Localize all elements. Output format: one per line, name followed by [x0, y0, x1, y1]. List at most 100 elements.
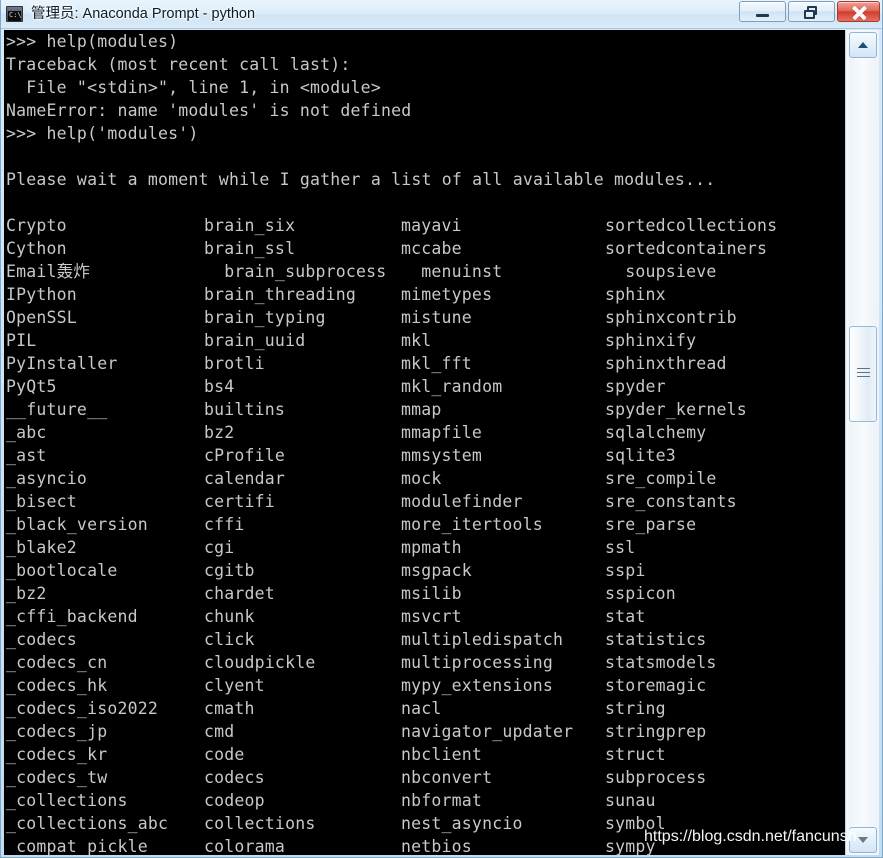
module-name: _cffi_backend: [6, 607, 138, 626]
module-name: sre_compile: [605, 469, 717, 488]
module-name: mistune: [401, 308, 472, 327]
module-name: brain_threading: [204, 285, 357, 304]
module-name: sspicon: [605, 584, 676, 603]
module-name: _compat_pickle: [6, 837, 148, 855]
scrollbar-thumb[interactable]: [849, 326, 877, 422]
module-column: sortedcollections sortedcontainers soupsi…: [605, 214, 777, 855]
module-name: sortedcontainers: [605, 239, 768, 258]
module-name: cmd: [204, 722, 235, 741]
restore-icon-front: [804, 10, 815, 19]
module-name: _codecs: [6, 630, 77, 649]
module-name: menuinst: [401, 262, 503, 281]
module-name: mimetypes: [401, 285, 493, 304]
module-name: sphinx: [605, 285, 666, 304]
module-name: mypy_extensions: [401, 676, 554, 695]
module-name: mmapfile: [401, 423, 483, 442]
module-name: mmsystem: [401, 446, 483, 465]
module-name: spyder_kernels: [605, 400, 747, 419]
module-name: brain_ssl: [204, 239, 296, 258]
console-window: C:\ 管理员: Anaconda Prompt - python >>> he…: [0, 0, 883, 858]
watermark-text: https://blog.csdn.net/fancunsh: [644, 828, 857, 845]
title-bar[interactable]: C:\ 管理员: Anaconda Prompt - python: [1, 0, 882, 29]
module-name: cffi: [204, 515, 245, 534]
module-column: Crypto Cython Email轰炸 IPython OpenSSL PIL PyIn…: [6, 214, 168, 855]
module-name: IPython: [6, 285, 77, 304]
terminal-output-area[interactable]: >>> help(modules) Traceback (most recent …: [4, 30, 845, 855]
module-name: modulefinder: [401, 492, 523, 511]
scrollbar-track-lower[interactable]: [849, 423, 877, 826]
maximize-button[interactable]: [788, 1, 835, 22]
module-name: _abc: [6, 423, 47, 442]
module-name: stat: [605, 607, 646, 626]
module-name: _codecs_kr: [6, 745, 108, 764]
module-name: _codecs_jp: [6, 722, 108, 741]
module-name: PIL: [6, 331, 37, 350]
module-name: Cython: [6, 239, 67, 258]
module-column: brain_six brain_ssl brain_subprocessbrain…: [204, 214, 386, 855]
module-name: msvcrt: [401, 607, 462, 626]
module-name: Crypto: [6, 216, 67, 235]
module-name: cmath: [204, 699, 255, 718]
window-title: 管理员: Anaconda Prompt - python: [31, 6, 256, 22]
module-name: mkl: [401, 331, 432, 350]
module-name: nbconvert: [401, 768, 493, 787]
module-name: _codecs_iso2022: [6, 699, 159, 718]
module-name: sphinxthread: [605, 354, 727, 373]
close-button[interactable]: [837, 1, 880, 22]
module-name: bs4: [204, 377, 235, 396]
module-name: sortedcollections: [605, 216, 778, 235]
module-name: Email轰炸: [6, 262, 91, 281]
module-name: sqlite3: [605, 446, 676, 465]
module-name: nest_asyncio: [401, 814, 523, 833]
module-name: click: [204, 630, 255, 649]
module-name: more_itertools: [401, 515, 543, 534]
module-name: _codecs_cn: [6, 653, 108, 672]
module-name: mpmath: [401, 538, 462, 557]
scrollbar-track-upper[interactable]: [849, 59, 877, 325]
module-name: colorama: [204, 837, 286, 855]
module-name: _collections: [6, 791, 128, 810]
module-name: sre_parse: [605, 515, 697, 534]
module-name: _asyncio: [6, 469, 88, 488]
module-name: cgi: [204, 538, 235, 557]
module-name: navigator_updater: [401, 722, 574, 741]
module-name: brain_six: [204, 216, 296, 235]
terminal-line: Please wait a moment while I gather a li…: [6, 170, 716, 189]
module-name: stringprep: [605, 722, 707, 741]
module-name: mock: [401, 469, 442, 488]
chevron-up-icon: [858, 42, 868, 48]
terminal-line: Traceback (most recent call last):: [6, 55, 351, 74]
module-name: string: [605, 699, 666, 718]
module-name: OpenSSL: [6, 308, 77, 327]
module-name: nbformat: [401, 791, 483, 810]
module-name: collections: [204, 814, 316, 833]
module-name: nacl: [401, 699, 442, 718]
module-name: _bisect: [6, 492, 77, 511]
module-name: sre_constants: [605, 492, 737, 511]
vertical-scrollbar[interactable]: [845, 30, 879, 855]
module-name: ssl: [605, 538, 636, 557]
module-name: multiprocessing: [401, 653, 554, 672]
module-name: _bz2: [6, 584, 47, 603]
module-name: _collections_abc: [6, 814, 169, 833]
module-name: subprocess: [605, 768, 707, 787]
module-name: PyInstaller: [6, 354, 118, 373]
minimize-icon: [756, 14, 769, 17]
chevron-down-icon: [858, 837, 868, 843]
module-name: sqlalchemy: [605, 423, 707, 442]
module-name: msilib: [401, 584, 462, 603]
module-name: chunk: [204, 607, 255, 626]
module-name: mmap: [401, 400, 442, 419]
module-name: multipledispatch: [401, 630, 564, 649]
module-name: PyQt5: [6, 377, 57, 396]
module-name: chardet: [204, 584, 275, 603]
module-name: mayavi: [401, 216, 462, 235]
module-name: _blake2: [6, 538, 77, 557]
module-name: sphinxcontrib: [605, 308, 737, 327]
minimize-button[interactable]: [739, 1, 786, 22]
terminal-line: >>> help(modules): [6, 32, 179, 51]
scroll-up-button[interactable]: [849, 32, 877, 58]
console-icon-glyph: C:\: [9, 11, 22, 19]
module-name: brain_subprocess: [204, 262, 387, 281]
module-name: _ast: [6, 446, 47, 465]
